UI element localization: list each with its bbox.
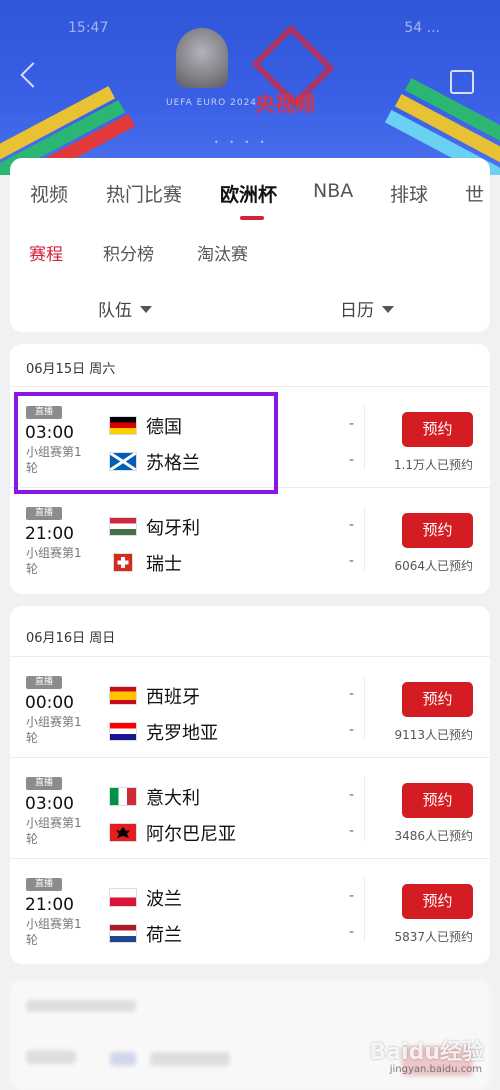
team-filter[interactable]: 队伍 bbox=[98, 296, 152, 321]
netherlands-flag-icon bbox=[109, 924, 137, 943]
watermark: Baidu经验 bbox=[369, 1040, 484, 1065]
home-score: - bbox=[349, 787, 355, 803]
caret-down-icon bbox=[382, 306, 394, 313]
croatia-flag-icon bbox=[109, 722, 137, 741]
divider bbox=[364, 777, 365, 841]
hungary-flag-icon bbox=[109, 517, 137, 536]
tab-nba[interactable]: NBA bbox=[313, 180, 353, 202]
away-team: 瑞士 bbox=[146, 554, 182, 575]
home-team: 波兰 bbox=[146, 889, 182, 910]
home-team: 西班牙 bbox=[146, 687, 200, 708]
placeholder-line bbox=[26, 1000, 136, 1012]
book-button[interactable]: 预约 bbox=[402, 513, 473, 548]
match-row[interactable]: 直播 21:00 小组赛第1轮 波兰 荷兰 - - 预约 5837人已预约 bbox=[10, 858, 490, 958]
match-row[interactable]: 直播 21:00 小组赛第1轮 匈牙利 瑞士 - - 预约 6064人已预约 bbox=[10, 487, 490, 587]
hero-banner: 15:47 54 ... UEFA EURO 2024 央视频 • • • • bbox=[0, 0, 500, 175]
live-badge: 直播 bbox=[26, 777, 62, 790]
match-time: 21:00 bbox=[25, 895, 74, 915]
away-score: - bbox=[349, 553, 355, 569]
home-score: - bbox=[349, 517, 355, 533]
day-group: 06月16日 周日 直播 00:00 小组赛第1轮 西班牙 克罗地亚 - - 预… bbox=[10, 606, 490, 964]
match-round: 小组赛第1轮 bbox=[26, 715, 82, 745]
tab-volleyball[interactable]: 排球 bbox=[390, 180, 428, 207]
status-time: 15:47 bbox=[68, 20, 109, 36]
match-round: 小组赛第1轮 bbox=[26, 546, 82, 576]
match-round: 小组赛第1轮 bbox=[26, 816, 82, 846]
placeholder-line bbox=[26, 1050, 76, 1064]
day-title: 06月16日 周日 bbox=[26, 631, 116, 646]
category-tabs: 视频 热门比赛 欧洲杯 NBA 排球 世 bbox=[10, 158, 490, 226]
share-icon[interactable] bbox=[450, 70, 474, 94]
euro-trophy-logo bbox=[176, 28, 228, 88]
highlight-box bbox=[14, 392, 278, 494]
match-round: 小组赛第1轮 bbox=[26, 917, 82, 947]
home-score: - bbox=[349, 888, 355, 904]
booking-count: 9113人已预约 bbox=[394, 728, 473, 742]
navigation-card: 视频 热门比赛 欧洲杯 NBA 排球 世 赛程 积分榜 淘汰赛 队伍 日历 bbox=[10, 158, 490, 332]
divider bbox=[10, 386, 490, 387]
brand-name: 央视频 bbox=[255, 92, 315, 116]
euro-logo-text: UEFA EURO 2024 bbox=[166, 98, 258, 108]
home-score: - bbox=[349, 686, 355, 702]
divider bbox=[364, 406, 365, 470]
home-score: - bbox=[349, 416, 355, 432]
subtab-knockout[interactable]: 淘汰赛 bbox=[197, 240, 248, 265]
tab-hot-matches[interactable]: 热门比赛 bbox=[106, 180, 182, 207]
away-score: - bbox=[349, 823, 355, 839]
placeholder-flag bbox=[110, 1052, 136, 1066]
back-arrow-icon[interactable] bbox=[20, 62, 46, 88]
away-team: 阿尔巴尼亚 bbox=[146, 824, 236, 845]
italy-flag-icon bbox=[109, 787, 137, 806]
albania-flag-icon bbox=[109, 823, 137, 842]
book-button[interactable]: 预约 bbox=[402, 884, 473, 919]
booking-count: 6064人已预约 bbox=[394, 559, 473, 573]
divider bbox=[364, 676, 365, 740]
book-button[interactable]: 预约 bbox=[402, 412, 473, 447]
home-team: 匈牙利 bbox=[146, 518, 200, 539]
switzerland-flag-icon bbox=[113, 553, 133, 572]
active-tab-indicator bbox=[240, 216, 264, 220]
match-row[interactable]: 直播 03:00 小组赛第1轮 意大利 阿尔巴尼亚 - - 预约 3486人已预… bbox=[10, 757, 490, 857]
book-button[interactable]: 预约 bbox=[402, 682, 473, 717]
away-score: - bbox=[349, 722, 355, 738]
status-indicators: 54 ... bbox=[404, 20, 440, 36]
book-button[interactable]: 预约 bbox=[402, 783, 473, 818]
home-team: 意大利 bbox=[146, 788, 200, 809]
match-row[interactable]: 直播 00:00 小组赛第1轮 西班牙 克罗地亚 - - 预约 9113人已预约 bbox=[10, 656, 490, 756]
divider bbox=[10, 656, 490, 657]
caret-down-icon bbox=[140, 306, 152, 313]
divider bbox=[10, 858, 490, 859]
away-score: - bbox=[349, 452, 355, 468]
booking-count: 5837人已预约 bbox=[394, 930, 473, 944]
live-badge: 直播 bbox=[26, 507, 62, 520]
carousel-dots: • • • • bbox=[214, 138, 269, 147]
placeholder-line bbox=[150, 1052, 230, 1066]
calendar-filter[interactable]: 日历 bbox=[340, 296, 394, 321]
tab-euro-cup[interactable]: 欧洲杯 bbox=[220, 180, 277, 207]
booking-count: 1.1万人已预约 bbox=[393, 458, 473, 472]
watermark-url: jingyan.baidu.com bbox=[389, 1064, 482, 1075]
subtab-standings[interactable]: 积分榜 bbox=[103, 240, 154, 265]
live-badge: 直播 bbox=[26, 676, 62, 689]
divider bbox=[10, 757, 490, 758]
match-time: 21:00 bbox=[25, 524, 74, 544]
team-filter-label: 队伍 bbox=[98, 301, 132, 321]
match-time: 03:00 bbox=[25, 794, 74, 814]
divider bbox=[364, 878, 365, 942]
calendar-filter-label: 日历 bbox=[340, 301, 374, 321]
away-score: - bbox=[349, 924, 355, 940]
tab-world[interactable]: 世 bbox=[465, 180, 484, 207]
divider bbox=[364, 507, 365, 571]
spain-flag-icon bbox=[109, 686, 137, 705]
away-team: 荷兰 bbox=[146, 925, 182, 946]
live-badge: 直播 bbox=[26, 878, 62, 891]
day-title: 06月15日 周六 bbox=[26, 362, 116, 377]
match-time: 00:00 bbox=[25, 693, 74, 713]
subtab-schedule[interactable]: 赛程 bbox=[29, 240, 63, 265]
poland-flag-icon bbox=[109, 888, 137, 907]
booking-count: 3486人已预约 bbox=[394, 829, 473, 843]
tab-video[interactable]: 视频 bbox=[30, 180, 68, 207]
away-team: 克罗地亚 bbox=[146, 723, 218, 744]
